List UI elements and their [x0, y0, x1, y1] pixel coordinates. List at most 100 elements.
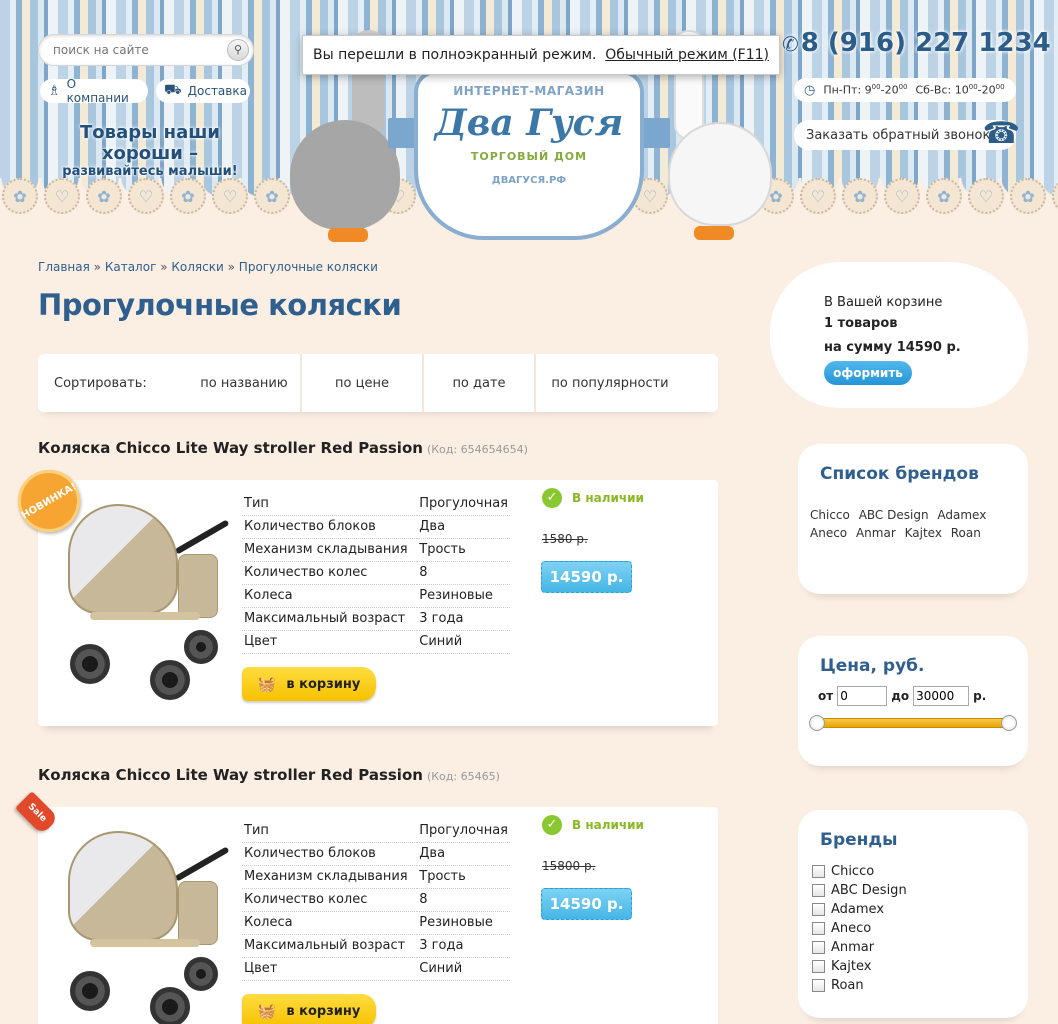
- brand-link[interactable]: Adamex: [937, 508, 986, 522]
- slogan-line1: Товары наши хороши –: [80, 122, 220, 164]
- cart-summary: В Вашей корзине 1 товаров на сумму 14590…: [770, 262, 1028, 408]
- sort-label: Сортировать:: [54, 375, 147, 391]
- spec-row: Колеса Резиновые: [242, 911, 510, 935]
- slogan-line2: развивайтесь малыши!: [62, 164, 238, 179]
- stroller-image[interactable]: [60, 494, 230, 700]
- brands-filter-title: Бренды: [820, 830, 898, 850]
- spec-row: Максимальный возраст 3 года: [242, 607, 510, 631]
- sort-by-price[interactable]: по цене: [300, 354, 422, 412]
- logo-domain: ДВАГУСЯ.РФ: [491, 175, 567, 186]
- cart-count: 1 товаров: [824, 316, 898, 331]
- price-tag: 14590 р.: [541, 561, 632, 593]
- old-price: 1580 р.: [542, 532, 588, 546]
- brand-checkbox[interactable]: [812, 865, 825, 878]
- specs-table: Тип Прогулочная Количество блоков Два Меха…: [242, 819, 510, 981]
- brands-list: Chicco ABC Design Adamex Aneco Anmar Kaj…: [810, 506, 1020, 542]
- site-logo[interactable]: ИНТЕРНЕТ-МАГАЗИН Два Гуся ТОРГОВЫЙ ДОМ Д…: [414, 70, 644, 240]
- sort-by-date[interactable]: по дате: [422, 354, 534, 412]
- brand-link[interactable]: ABC Design: [859, 508, 929, 522]
- spec-row: Количество блоков Два: [242, 515, 510, 539]
- brand-checkbox-row[interactable]: Aneco: [812, 919, 907, 938]
- logo-name: Два Гуся: [434, 102, 624, 144]
- price-filter-title: Цена, руб.: [820, 656, 925, 676]
- breadcrumb-catalog[interactable]: Каталог: [105, 260, 157, 274]
- price-filter-box: Цена, руб. от до р.: [798, 636, 1028, 766]
- sort-by-name[interactable]: по названию: [188, 354, 300, 412]
- price-from-input[interactable]: [837, 686, 888, 706]
- brand-checkbox[interactable]: [812, 979, 825, 992]
- price-tag: 14590 р.: [541, 888, 632, 920]
- brands-filter-box: Бренды Chicco ABC Design Adamex Aneco An…: [798, 810, 1028, 1018]
- logo-subtitle: ТОРГОВЫЙ ДОМ: [470, 150, 588, 163]
- telephone-icon: ☎: [982, 116, 1020, 151]
- clock-icon: ◷: [804, 82, 816, 98]
- spec-row: Механизм складывания Трость: [242, 865, 510, 889]
- sale-badge: Sale: [15, 791, 59, 835]
- checkout-button[interactable]: оформить: [824, 361, 912, 385]
- product-title[interactable]: Коляска Chicco Lite Way stroller Red Pas…: [38, 766, 500, 784]
- spec-row: Максимальный возраст 3 года: [242, 934, 510, 958]
- brand-checkbox-row[interactable]: Anmar: [812, 938, 907, 957]
- truck-icon: ⛟: [164, 82, 182, 98]
- brand-checkbox[interactable]: [812, 941, 825, 954]
- breadcrumb-current: Прогулочные коляски: [238, 260, 378, 274]
- brand-checkbox-row[interactable]: Chicco: [812, 862, 907, 881]
- logo-shop-type: ИНТЕРНЕТ-МАГАЗИН: [453, 84, 605, 98]
- spec-row: Механизм складывания Трость: [242, 538, 510, 562]
- basket-icon: 🧺: [257, 675, 277, 693]
- add-to-cart-button[interactable]: 🧺 в корзину: [242, 994, 376, 1024]
- add-to-cart-button[interactable]: 🧺 в корзину: [242, 667, 376, 701]
- brand-checkbox[interactable]: [812, 903, 825, 916]
- sort-by-popularity[interactable]: по популярности: [534, 354, 684, 412]
- cart-heading: В Вашей корзине: [824, 295, 943, 310]
- hours-weekdays: Пн-Пт: 900-2000: [823, 83, 908, 97]
- nav-delivery-label: Доставка: [187, 84, 247, 98]
- hours-weekend: Сб-Вс: 1000-2000: [915, 83, 1005, 97]
- availability-status: ✓ В наличии: [542, 815, 644, 835]
- brand-checkbox-row[interactable]: Adamex: [812, 900, 907, 919]
- price-slider-min-handle[interactable]: [809, 715, 825, 731]
- price-range-inputs: от до р.: [818, 686, 986, 706]
- stroller-image[interactable]: [60, 821, 230, 1024]
- brand-link[interactable]: Aneco: [810, 526, 847, 540]
- nav-about-label: О компании: [66, 77, 129, 105]
- nav-delivery-link[interactable]: ⛟ Доставка: [156, 79, 250, 103]
- product-code: (Код: 654654654): [426, 443, 528, 456]
- search-icon[interactable]: ⚲: [227, 39, 249, 61]
- brand-checkbox[interactable]: [812, 884, 825, 897]
- sort-bar: Сортировать: по названию по цене по дате…: [38, 354, 718, 412]
- old-price: 15800 р.: [542, 859, 596, 873]
- price-to-input[interactable]: [913, 686, 970, 706]
- working-hours: ◷ Пн-Пт: 900-2000 Сб-Вс: 1000-2000: [794, 78, 1016, 102]
- product-title[interactable]: Коляска Chicco Lite Way stroller Red Pas…: [38, 439, 528, 457]
- brand-link[interactable]: Roan: [951, 526, 981, 540]
- availability-status: ✓ В наличии: [542, 488, 644, 508]
- exit-fullscreen-link[interactable]: Обычный режим (F11): [605, 47, 769, 63]
- breadcrumb-home[interactable]: Главная: [38, 260, 90, 274]
- brand-checkbox[interactable]: [812, 960, 825, 973]
- callback-label: Заказать обратный звонок: [806, 127, 991, 143]
- search-box: ⚲: [38, 34, 254, 66]
- brand-link[interactable]: Chicco: [810, 508, 850, 522]
- price-slider[interactable]: [809, 715, 1017, 731]
- spec-row: Колеса Резиновые: [242, 584, 510, 608]
- price-slider-max-handle[interactable]: [1001, 715, 1017, 731]
- basket-icon: 🧺: [257, 1002, 277, 1020]
- callback-request-button[interactable]: Заказать обратный звонок ☎: [794, 116, 1020, 151]
- brands-list-box: Список брендов Chicco ABC Design Adamex …: [798, 444, 1028, 594]
- spec-row: Тип Прогулочная: [242, 492, 510, 516]
- brands-list-title: Список брендов: [820, 464, 979, 484]
- nav-about-link[interactable]: ♗ О компании: [40, 77, 148, 105]
- spec-row: Тип Прогулочная: [242, 819, 510, 843]
- breadcrumb-strollers[interactable]: Коляски: [171, 260, 223, 274]
- cart-sum: на сумму 14590 р.: [824, 340, 961, 355]
- brand-checkbox-row[interactable]: ABC Design: [812, 881, 907, 900]
- search-input[interactable]: [53, 43, 213, 57]
- brand-checkbox-row[interactable]: Roan: [812, 976, 907, 995]
- brand-link[interactable]: Anmar: [856, 526, 896, 540]
- brand-checkbox[interactable]: [812, 922, 825, 935]
- brand-checkbox-row[interactable]: Kajtex: [812, 957, 907, 976]
- spec-row: Цвет Синий: [242, 957, 510, 981]
- brand-link[interactable]: Kajtex: [905, 526, 942, 540]
- spec-row: Количество блоков Два: [242, 842, 510, 866]
